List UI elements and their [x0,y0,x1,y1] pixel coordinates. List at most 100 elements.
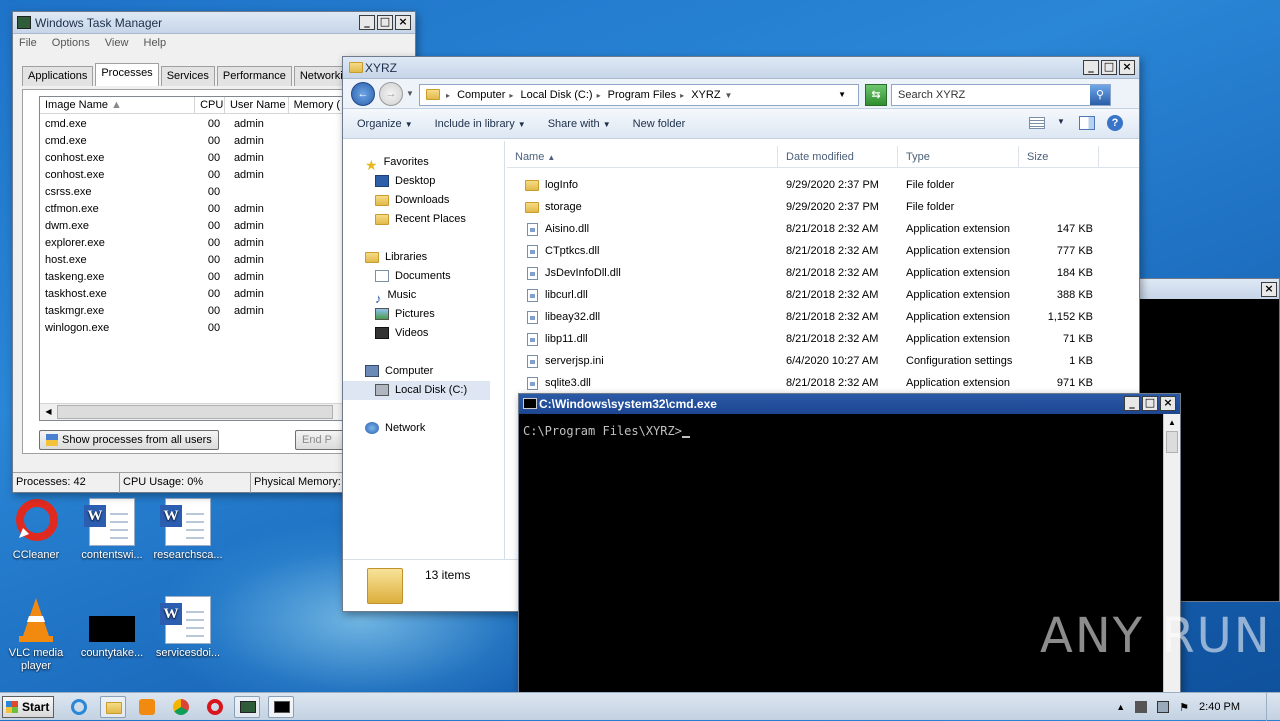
address-dropdown-icon[interactable]: ▼ [838,85,846,105]
file-row[interactable]: libeay32.dll 8/21/2018 2:32 AM Application… [507,306,1139,328]
close-icon[interactable]: × [1261,282,1277,297]
nav-pictures[interactable]: Pictures [343,305,504,324]
desktop-icon-ccleaner[interactable]: CCleaner [0,498,72,562]
change-view-icon[interactable] [1029,117,1045,129]
close-icon[interactable]: × [1119,60,1135,75]
file-row[interactable]: JsDevInfoDll.dll 8/21/2018 2:32 AM Applica… [507,262,1139,284]
explorer-titlebar[interactable]: XYRZ _ □ × [343,57,1139,79]
scroll-left-icon[interactable]: ◀ [40,404,57,420]
search-icon[interactable]: ⚲ [1090,85,1110,105]
file-row[interactable]: logInfo 9/29/2020 2:37 PM File folder [507,174,1139,196]
breadcrumb-computer[interactable]: Computer [457,89,505,101]
console-output[interactable]: C:\Program Files\XYRZ> [519,414,1180,448]
cmd-taskbar-icon[interactable] [268,696,294,718]
refresh-icon[interactable]: ⇆ [865,84,887,106]
view-options-chevron-icon[interactable]: ▼ [1057,117,1065,126]
maximize-icon[interactable]: □ [377,15,393,30]
column-size[interactable]: Size [1019,146,1099,167]
maximize-icon[interactable]: □ [1101,60,1117,75]
file-row[interactable]: storage 9/29/2020 2:37 PM File folder [507,196,1139,218]
close-icon[interactable]: × [1160,396,1176,411]
file-row[interactable]: sqlite3.dll 8/21/2018 2:32 AM Application … [507,372,1139,392]
scroll-up-icon[interactable]: ▲ [1164,414,1180,431]
start-button[interactable]: Start [2,696,54,718]
tab-processes[interactable]: Processes [95,63,159,86]
file-row[interactable]: CTptkcs.dll 8/21/2018 2:32 AM Application … [507,240,1139,262]
include-in-library-button[interactable]: Include in library ▼ [435,118,526,130]
column-user-name[interactable]: User Name [225,97,289,113]
process-user: admin [233,118,264,130]
breadcrumb-local-disk[interactable]: Local Disk (C:) [520,89,592,101]
desktop-icon-countytake[interactable]: countytake... [76,596,148,660]
chrome-icon[interactable] [168,696,194,718]
nav-local-disk[interactable]: Local Disk (C:) [343,381,490,400]
file-list[interactable]: Name ▲ Date modified Type Size logInfo 9/… [507,146,1139,392]
nav-computer[interactable]: Computer [343,362,504,381]
network-tray-icon[interactable] [1157,701,1170,713]
desktop-icon-vlc[interactable]: VLC media player [0,596,72,673]
desktop-icon-contentswi[interactable]: W contentswi... [76,498,148,562]
menu-view[interactable]: View [105,37,129,49]
task-manager-titlebar[interactable]: Windows Task Manager _ □ × [13,12,415,34]
new-folder-button[interactable]: New folder [633,118,686,130]
nav-documents[interactable]: Documents [343,267,504,286]
nav-favorites[interactable]: ★ Favorites [343,153,504,173]
show-hidden-icons-icon[interactable]: ▲ [1116,702,1125,712]
nav-network[interactable]: Network [343,419,504,438]
file-row[interactable]: libp11.dll 8/21/2018 2:32 AM Application e… [507,328,1139,350]
scroll-thumb[interactable] [1166,431,1178,453]
share-with-button[interactable]: Share with ▼ [548,118,611,130]
column-type[interactable]: Type [898,146,1019,167]
file-name-text: CTptkcs.dll [545,245,600,257]
clock[interactable]: 2:40 PM [1199,701,1240,713]
tab-services[interactable]: Services [160,66,215,86]
minimize-icon[interactable]: _ [1124,396,1140,411]
forward-arrow-icon[interactable]: → [379,82,403,106]
tab-applications[interactable]: Applications [22,66,94,86]
menu-file[interactable]: File [19,37,37,49]
background-console-titlebar[interactable]: × [1139,279,1279,299]
menu-help[interactable]: Help [144,37,167,49]
tab-performance[interactable]: Performance [216,66,292,86]
scroll-thumb[interactable] [57,405,333,419]
file-row[interactable]: libcurl.dll 8/21/2018 2:32 AM Application … [507,284,1139,306]
back-arrow-icon[interactable]: ← [351,82,375,106]
desktop-icon-researchsca[interactable]: W researchsca... [152,498,224,562]
organize-button[interactable]: Organize ▼ [357,118,413,130]
breadcrumb-program-files[interactable]: Program Files [608,89,676,101]
nav-recent-places[interactable]: Recent Places [343,210,504,229]
close-icon[interactable]: × [395,15,411,30]
breadcrumb-xyrz[interactable]: XYRZ [691,89,720,101]
nav-music[interactable]: ♪ Music [343,286,504,306]
show-all-processes-button[interactable]: Show processes from all users [39,430,219,451]
nav-videos[interactable]: Videos [343,324,504,343]
internet-explorer-icon[interactable] [66,696,92,718]
column-cpu[interactable]: CPU [195,97,225,113]
menu-options[interactable]: Options [52,37,90,49]
file-row[interactable]: Aisino.dll 8/21/2018 2:32 AM Application e… [507,218,1139,240]
nav-downloads[interactable]: Downloads [343,191,504,210]
column-image-name[interactable]: Image Name ▲ [40,97,196,113]
nav-libraries[interactable]: Libraries [343,248,504,267]
cmd-titlebar[interactable]: C:\Windows\system32\cmd.exe _ □ × [519,394,1180,414]
minimize-icon[interactable]: _ [359,15,375,30]
nav-desktop[interactable]: Desktop [343,172,504,191]
desktop-icon-servicesdoi[interactable]: W servicesdoi... [152,596,224,660]
action-center-icon[interactable] [1135,701,1148,713]
flag-icon[interactable]: ⚑ [1179,701,1189,714]
maximize-icon[interactable]: □ [1142,396,1158,411]
explorer-taskbar-icon[interactable] [100,696,126,718]
opera-icon[interactable] [202,696,228,718]
breadcrumb[interactable]: ▸ Computer ▸ Local Disk (C:) ▸ Program Fil… [419,84,859,106]
task-manager-taskbar-icon[interactable] [234,696,260,718]
recent-pages-chevron-icon[interactable]: ▼ [406,89,414,98]
preview-pane-icon[interactable] [1079,116,1095,130]
column-name[interactable]: Name ▲ [507,146,778,167]
file-row[interactable]: serverjsp.ini 6/4/2020 10:27 AM Configurat… [507,350,1139,372]
minimize-icon[interactable]: _ [1083,60,1099,75]
help-icon[interactable]: ? [1107,115,1123,131]
show-desktop-button[interactable] [1266,693,1280,721]
column-date-modified[interactable]: Date modified [778,146,898,167]
search-input[interactable]: Search XYRZ ⚲ [891,84,1111,106]
media-player-icon[interactable] [134,696,160,718]
